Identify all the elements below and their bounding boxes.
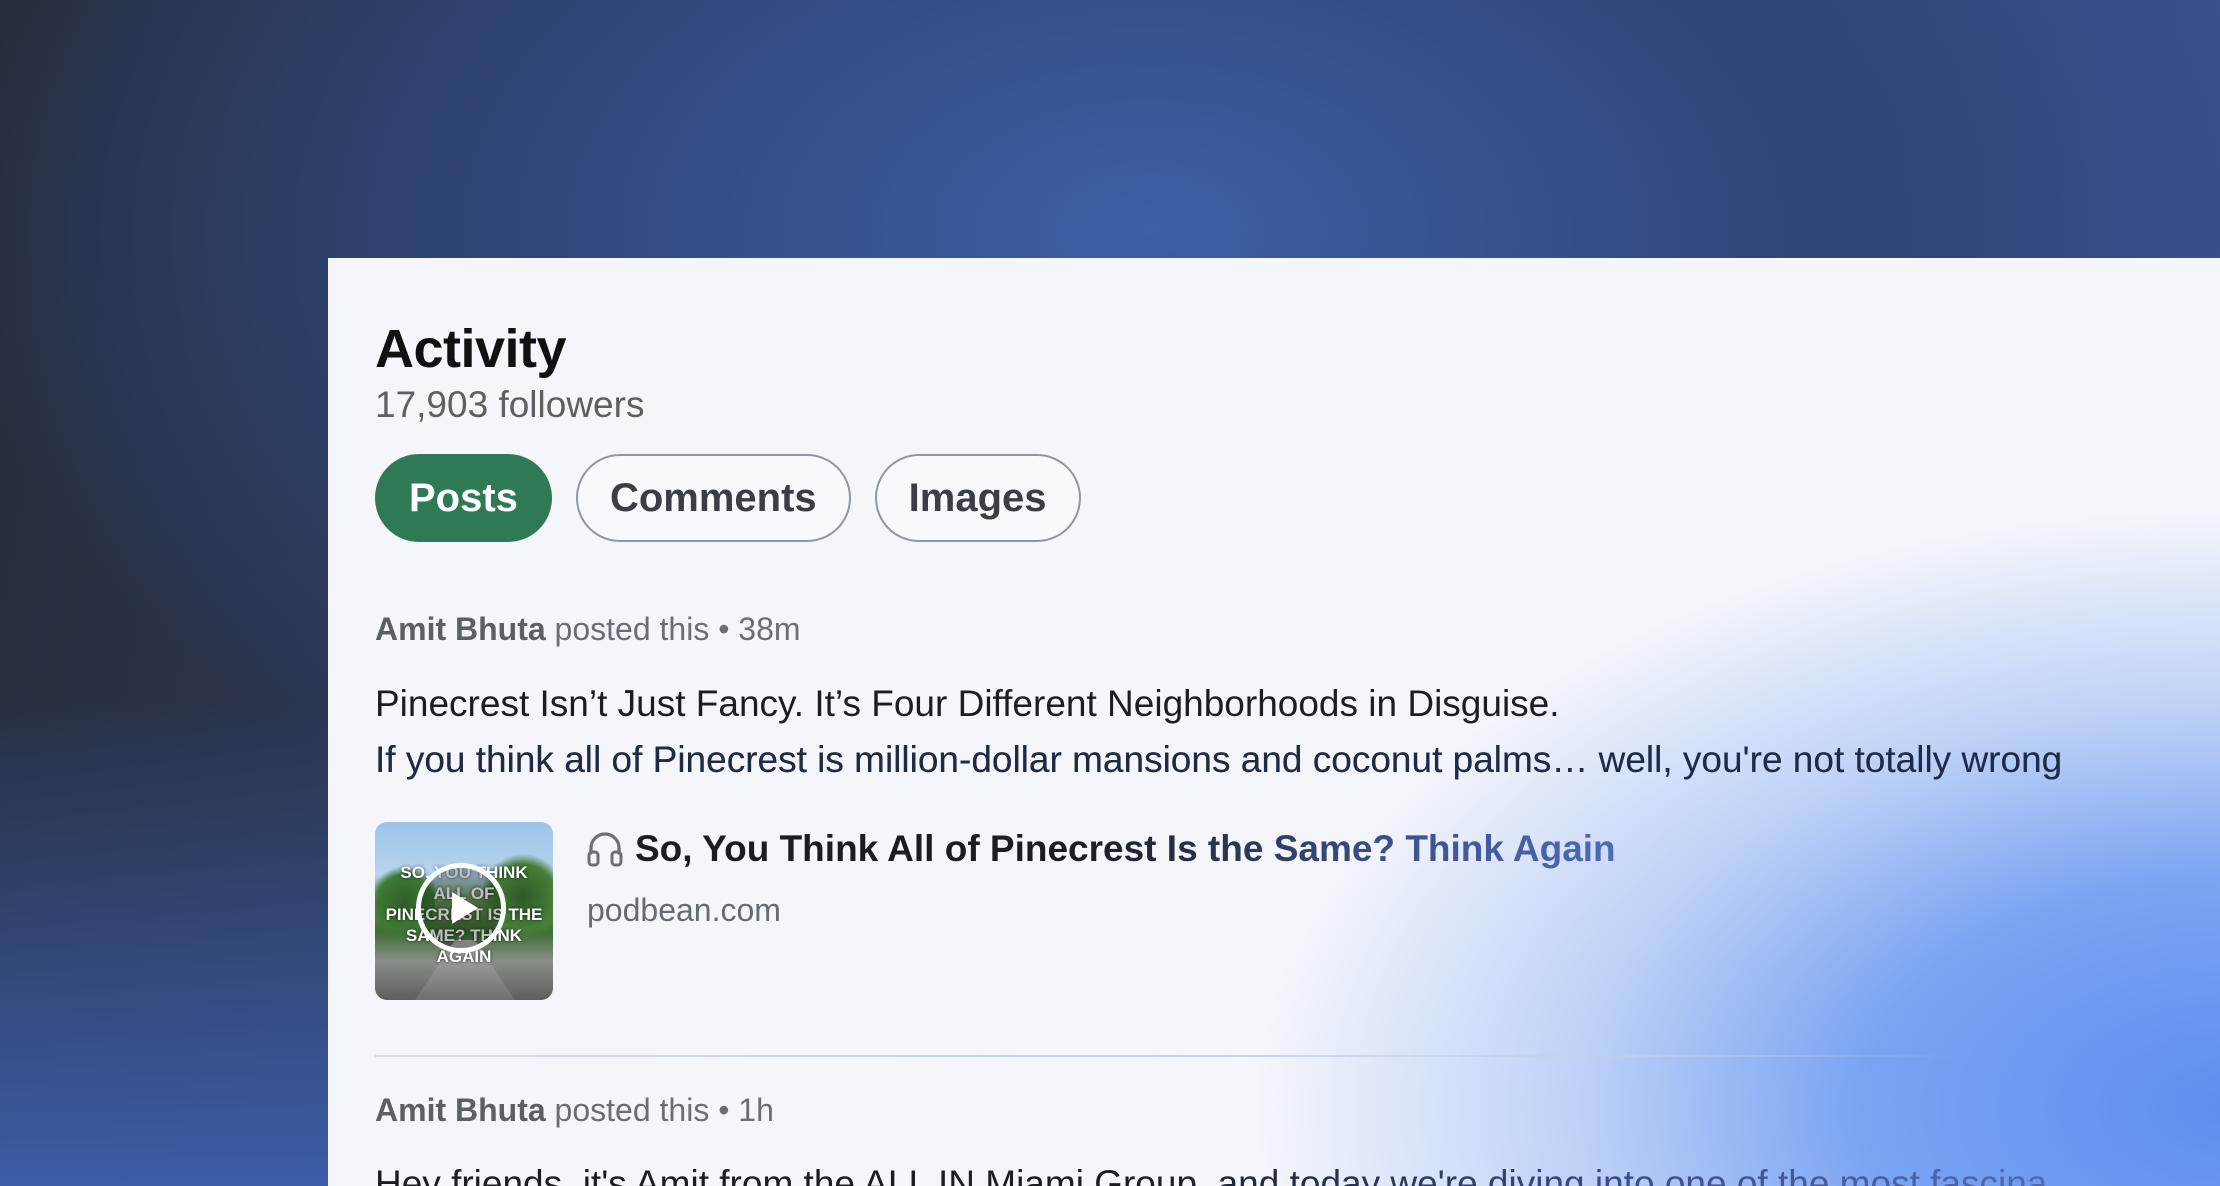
attachment-title-row[interactable]: So, You Think All of Pinecrest Is the Sa… [587,828,1616,870]
tab-images[interactable]: Images [874,454,1081,542]
tab-comments[interactable]: Comments [575,454,851,542]
post-text-line: Pinecrest Isn’t Just Fancy. It’s Four Di… [375,683,1560,724]
activity-content: Activity 17,903 followers Posts Comments… [375,258,2220,1186]
tab-posts[interactable]: Posts [375,454,552,542]
post-time: 38m [738,611,801,647]
post-divider [375,1055,1975,1057]
post-text[interactable]: Pinecrest Isn’t Just Fancy. It’s Four Di… [375,676,2062,788]
activity-card: Activity 17,903 followers Posts Comments… [328,258,2220,1186]
activity-title: Activity [375,319,567,379]
play-icon[interactable] [416,863,506,953]
followers-count: 17,903 followers [375,384,645,425]
post-time: 1h [738,1092,774,1128]
post-text-line: If you think all of Pinecrest is million… [375,732,2062,788]
podcast-attachment[interactable]: SO, YOU THINK ALL OF PINECREST IS THE SA… [375,822,1616,1000]
post-action: posted this [545,611,710,647]
post-header: Amit Bhuta posted this • 1h [375,1092,774,1129]
post-author[interactable]: Amit Bhuta [375,1092,546,1128]
headphones-icon [587,829,623,869]
attachment-info: So, You Think All of Pinecrest Is the Sa… [587,822,1616,929]
post-text[interactable]: Hey friends, it's Amit from the ALL IN M… [375,1156,2047,1186]
background-gradient [0,700,330,1186]
post-text-line: Hey friends, it's Amit from the ALL IN M… [375,1156,2047,1186]
activity-tabs: Posts Comments Images [375,454,1081,542]
attachment-thumbnail[interactable]: SO, YOU THINK ALL OF PINECREST IS THE SA… [375,822,553,1000]
post-action: posted this [545,1092,710,1128]
meta-separator: • [709,611,739,647]
post-author[interactable]: Amit Bhuta [375,611,546,647]
meta-separator: • [709,1092,739,1128]
post-header: Amit Bhuta posted this • 38m [375,611,801,648]
attachment-title: So, You Think All of Pinecrest Is the Sa… [635,828,1616,869]
attachment-source: podbean.com [587,892,781,928]
